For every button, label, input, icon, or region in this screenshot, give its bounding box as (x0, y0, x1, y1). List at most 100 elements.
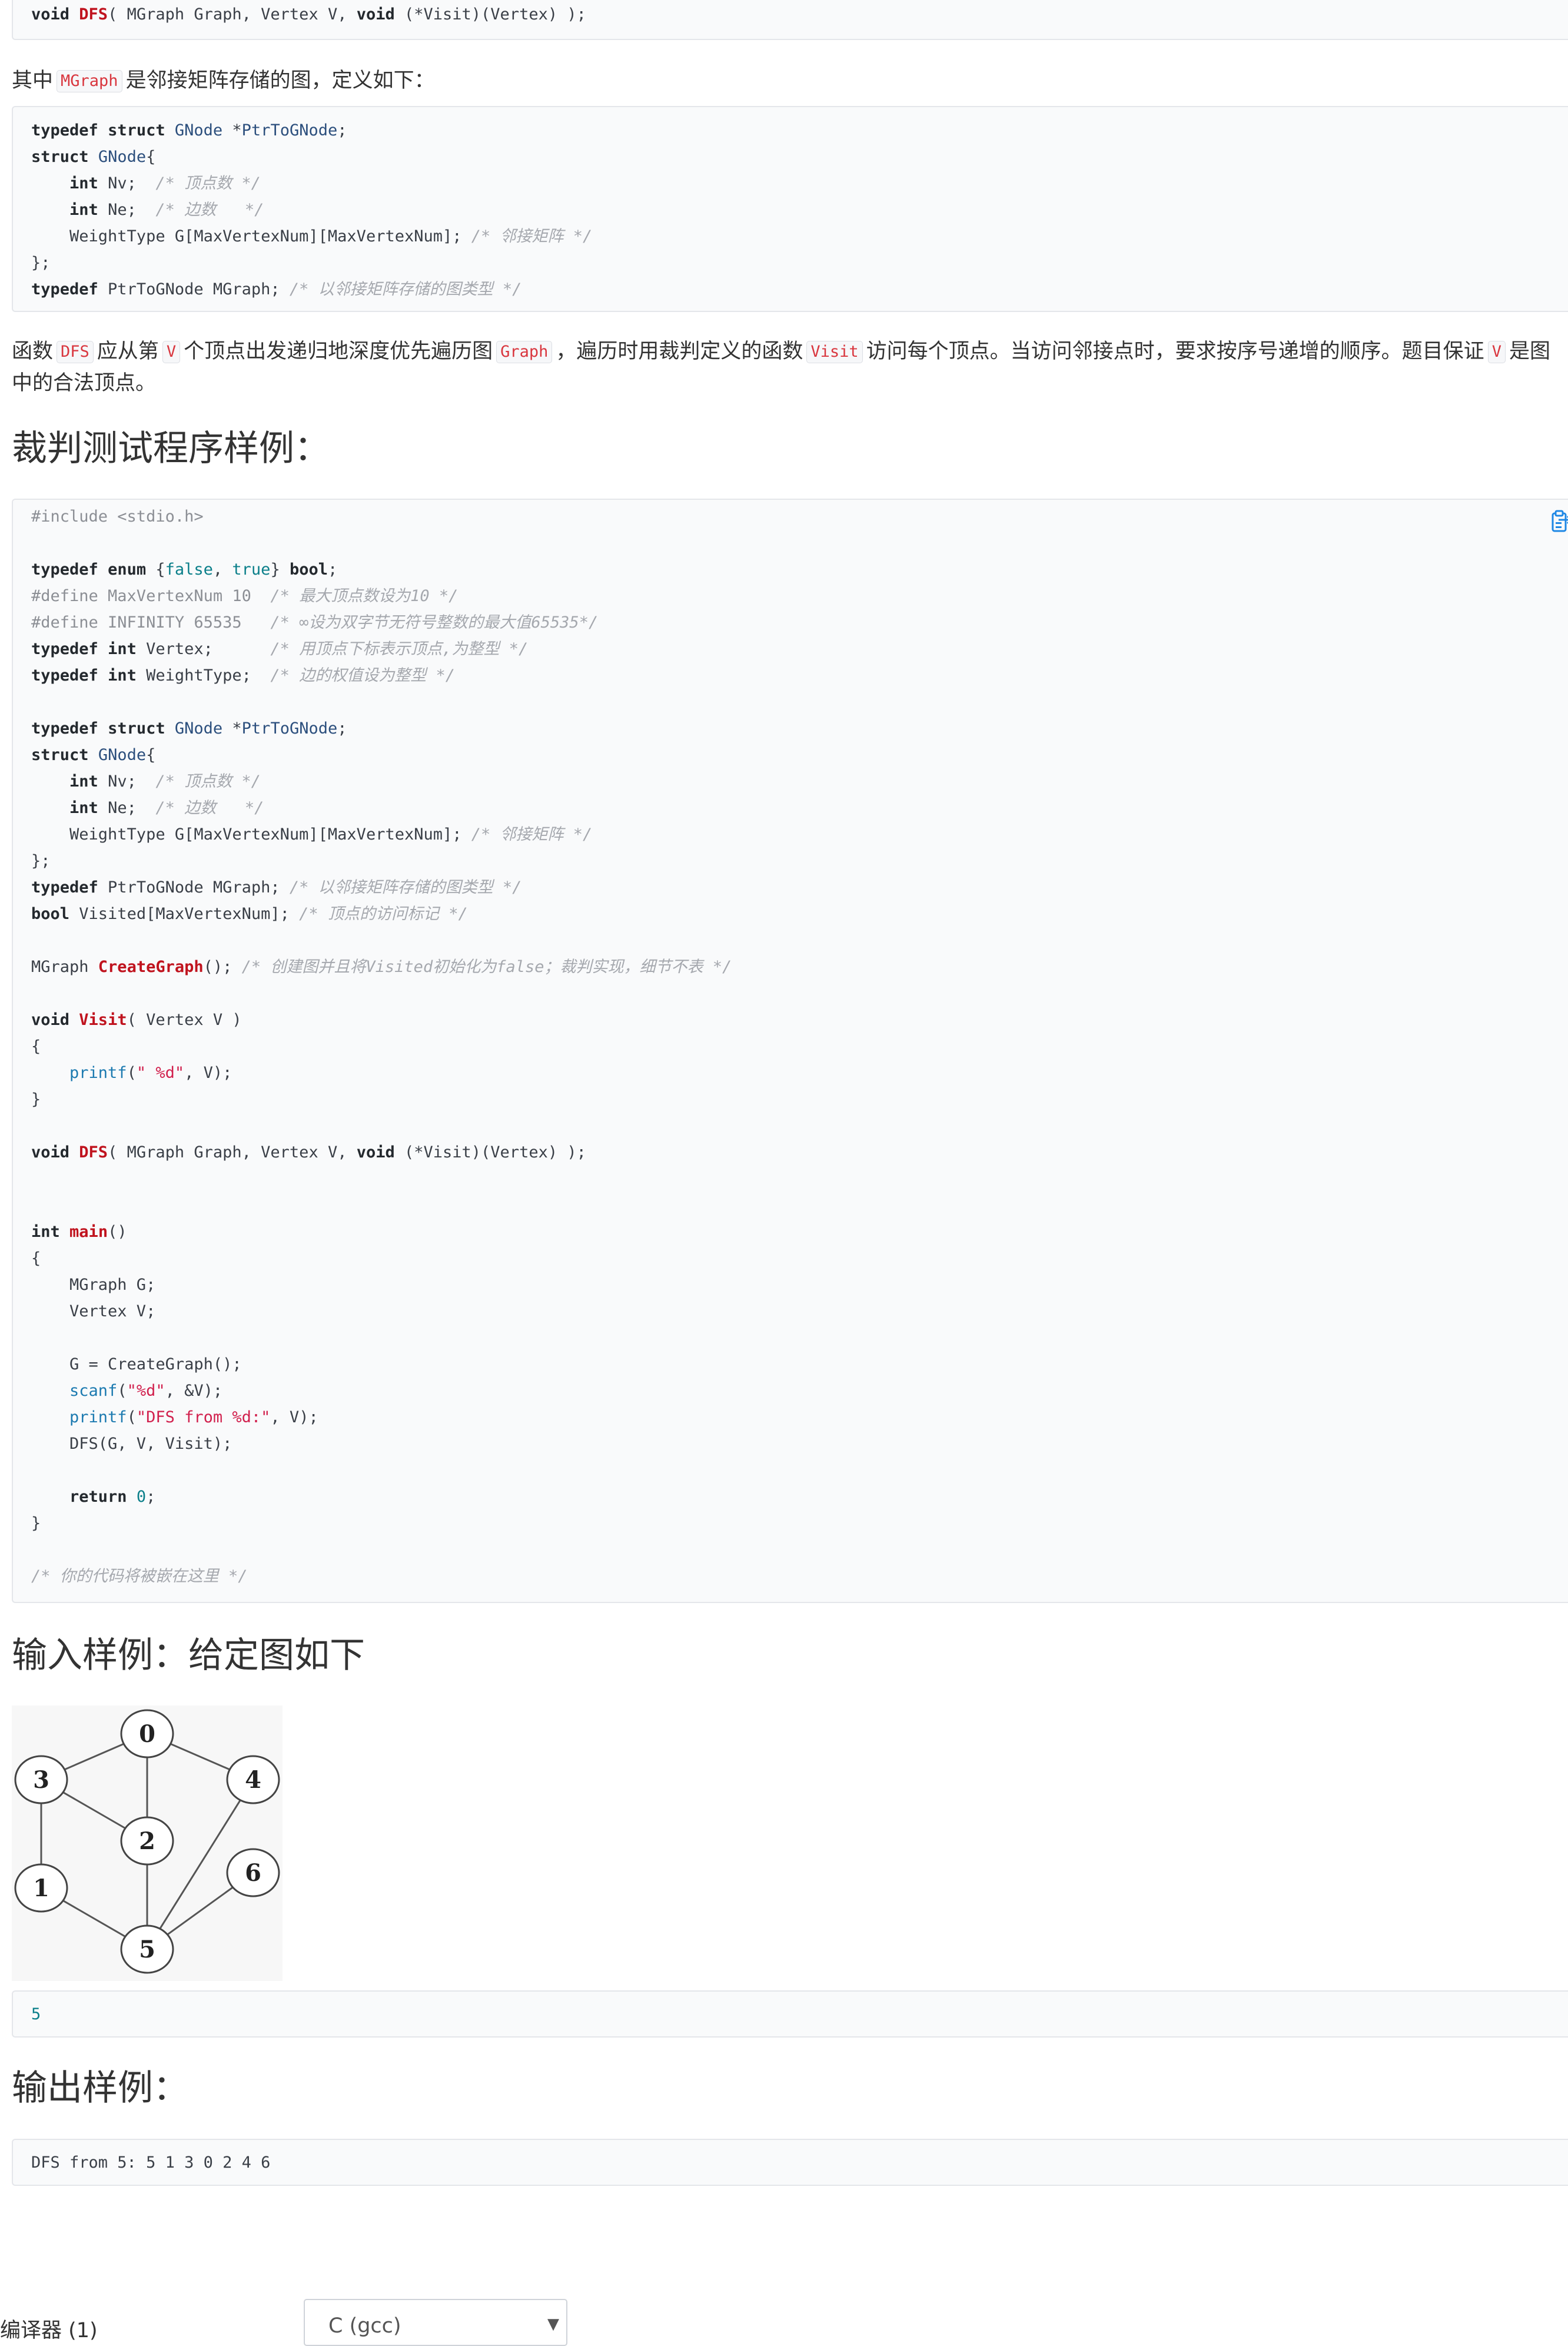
code-token: ; (337, 719, 347, 738)
clipboard-copy-icon[interactable] (1547, 508, 1568, 535)
code-token: , &V); (165, 1382, 223, 1400)
intro-paragraph: 其中 MGraph 是邻接矩阵存储的图，定义如下： (12, 65, 1566, 97)
code-token: Nv; (98, 772, 156, 791)
description-line-2: 中的合法顶点。 (12, 367, 1566, 399)
code-line: Vertex V; (31, 1298, 1568, 1325)
graph-node: 3 (14, 1755, 68, 1804)
text-segment: 函数 (12, 340, 54, 363)
code-token: GNode (174, 121, 223, 140)
code-token: typedef (31, 280, 98, 298)
code-token: }; (31, 852, 51, 870)
inline-code: V (1487, 341, 1506, 363)
input-sample-heading: 输入样例：给定图如下 (12, 1635, 365, 1676)
code-token: /* 最大顶点数设为10 */ (270, 587, 459, 605)
code-token: int (108, 640, 137, 658)
code-token: DFS (79, 5, 108, 24)
text-segment: 是图 (1509, 340, 1550, 363)
code-token: scanf (69, 1382, 118, 1400)
code-token: /* 以邻接矩阵存储的图类型 */ (289, 280, 522, 298)
code-line: typedef struct GNode *PtrToGNode; (31, 117, 1568, 144)
code-token: void (31, 5, 70, 24)
description-line-1: 函数 DFS 应从第 V 个顶点出发递归地深度优先遍历图 Graph ，遍历时用裁判定义的函… (12, 336, 1566, 367)
code-token: int (108, 666, 137, 685)
text-segment: ，遍历时用裁判定义的函数 (556, 340, 803, 363)
code-line: G = CreateGraph(); (31, 1351, 1568, 1378)
code-token: /* 边数 */ (155, 201, 264, 219)
code-token: PtrToGNode MGraph; (98, 878, 290, 897)
code-token: false (165, 560, 213, 579)
code-line: void DFS( MGraph Graph, Vertex V, void (… (31, 1, 1568, 28)
code-token: void (356, 5, 395, 24)
code-token: typedef (31, 121, 98, 140)
code-token: * (222, 121, 242, 140)
code-token: GNode (98, 148, 147, 166)
code-line: }; (31, 250, 1568, 276)
code-line: typedef struct GNode *PtrToGNode; (31, 715, 1568, 742)
graph-node-label: 1 (33, 1874, 49, 1902)
text-segment: 中的合法顶点。 (12, 371, 157, 395)
code-token: return (69, 1488, 127, 1506)
code-token: ; (327, 560, 338, 579)
code-token: Nv; (98, 174, 156, 193)
code-token: /* 顶点数 */ (155, 174, 261, 193)
graph-node: 4 (226, 1755, 280, 1804)
code-line: void DFS( MGraph Graph, Vertex V, void (… (31, 1139, 1568, 1166)
code-token: { (31, 1037, 41, 1056)
code-token: typedef (31, 719, 98, 738)
text-segment: 个顶点出发递归地深度优先遍历图 (184, 340, 493, 363)
code-token: "DFS from %d:" (136, 1408, 271, 1426)
graph-node-label: 5 (139, 1936, 155, 1963)
code-token: main (69, 1223, 108, 1241)
code-token: WeightType; (136, 666, 271, 685)
code-token: /* 邻接矩阵 */ (471, 227, 593, 245)
output-sample-code: DFS from 5: 5 1 3 0 2 4 6 (13, 2140, 1568, 2176)
graph-node-label: 0 (139, 1720, 155, 1748)
code-token: } (270, 560, 290, 579)
code-token: typedef (31, 666, 98, 685)
code-token: DFS(G, V, Visit); (31, 1435, 232, 1453)
code-token: { (146, 148, 156, 166)
code-token: #include <stdio.h> (31, 507, 204, 526)
code-token: WeightType G[MaxVertexNum][MaxVertexNum]… (31, 227, 471, 245)
graph-node: 6 (226, 1848, 280, 1897)
code-token: /* 顶点的访问标记 */ (299, 905, 468, 923)
code-token: Ne; (98, 799, 156, 817)
code-line: int Ne; /* 边数 */ (31, 197, 1568, 223)
judge-code-block: #include <stdio.h> typedef enum {false, … (12, 499, 1568, 1603)
code-token: }; (31, 254, 51, 272)
code-line: struct GNode{ (31, 742, 1568, 768)
compiler-select[interactable]: C (gcc) ▼ (304, 2299, 567, 2346)
code-token: /* 边数 */ (155, 799, 264, 817)
chevron-down-icon: ▼ (547, 2315, 559, 2333)
code-token: /* 你的代码将被嵌在这里 */ (31, 1567, 248, 1585)
code-line: #define INFINITY 65535 /* ∞设为双字节无符号整数的最大… (31, 609, 1568, 636)
code-token: ( MGraph Graph, Vertex V, (108, 5, 357, 24)
code-token: " %d" (136, 1064, 185, 1082)
compiler-selected-value: C (gcc) (328, 2314, 401, 2338)
graph-node: 0 (120, 1709, 174, 1758)
signature-code: void DFS( MGraph Graph, Vertex V, void (… (13, 0, 1568, 28)
intro-inline-code: MGraph (57, 70, 122, 92)
code-token: Ne; (98, 201, 156, 219)
code-token: #define MaxVertexNum 10 (31, 587, 271, 605)
code-line: int Nv; /* 顶点数 */ (31, 768, 1568, 795)
code-token: PtrToGNode MGraph; (98, 280, 290, 298)
code-token: MGraph G; (31, 1276, 156, 1294)
compiler-label: 编译器 (1) (0, 2319, 98, 2342)
code-line: struct GNode{ (31, 144, 1568, 170)
code-token: bool (289, 560, 328, 579)
code-token: DFS (79, 1143, 108, 1162)
